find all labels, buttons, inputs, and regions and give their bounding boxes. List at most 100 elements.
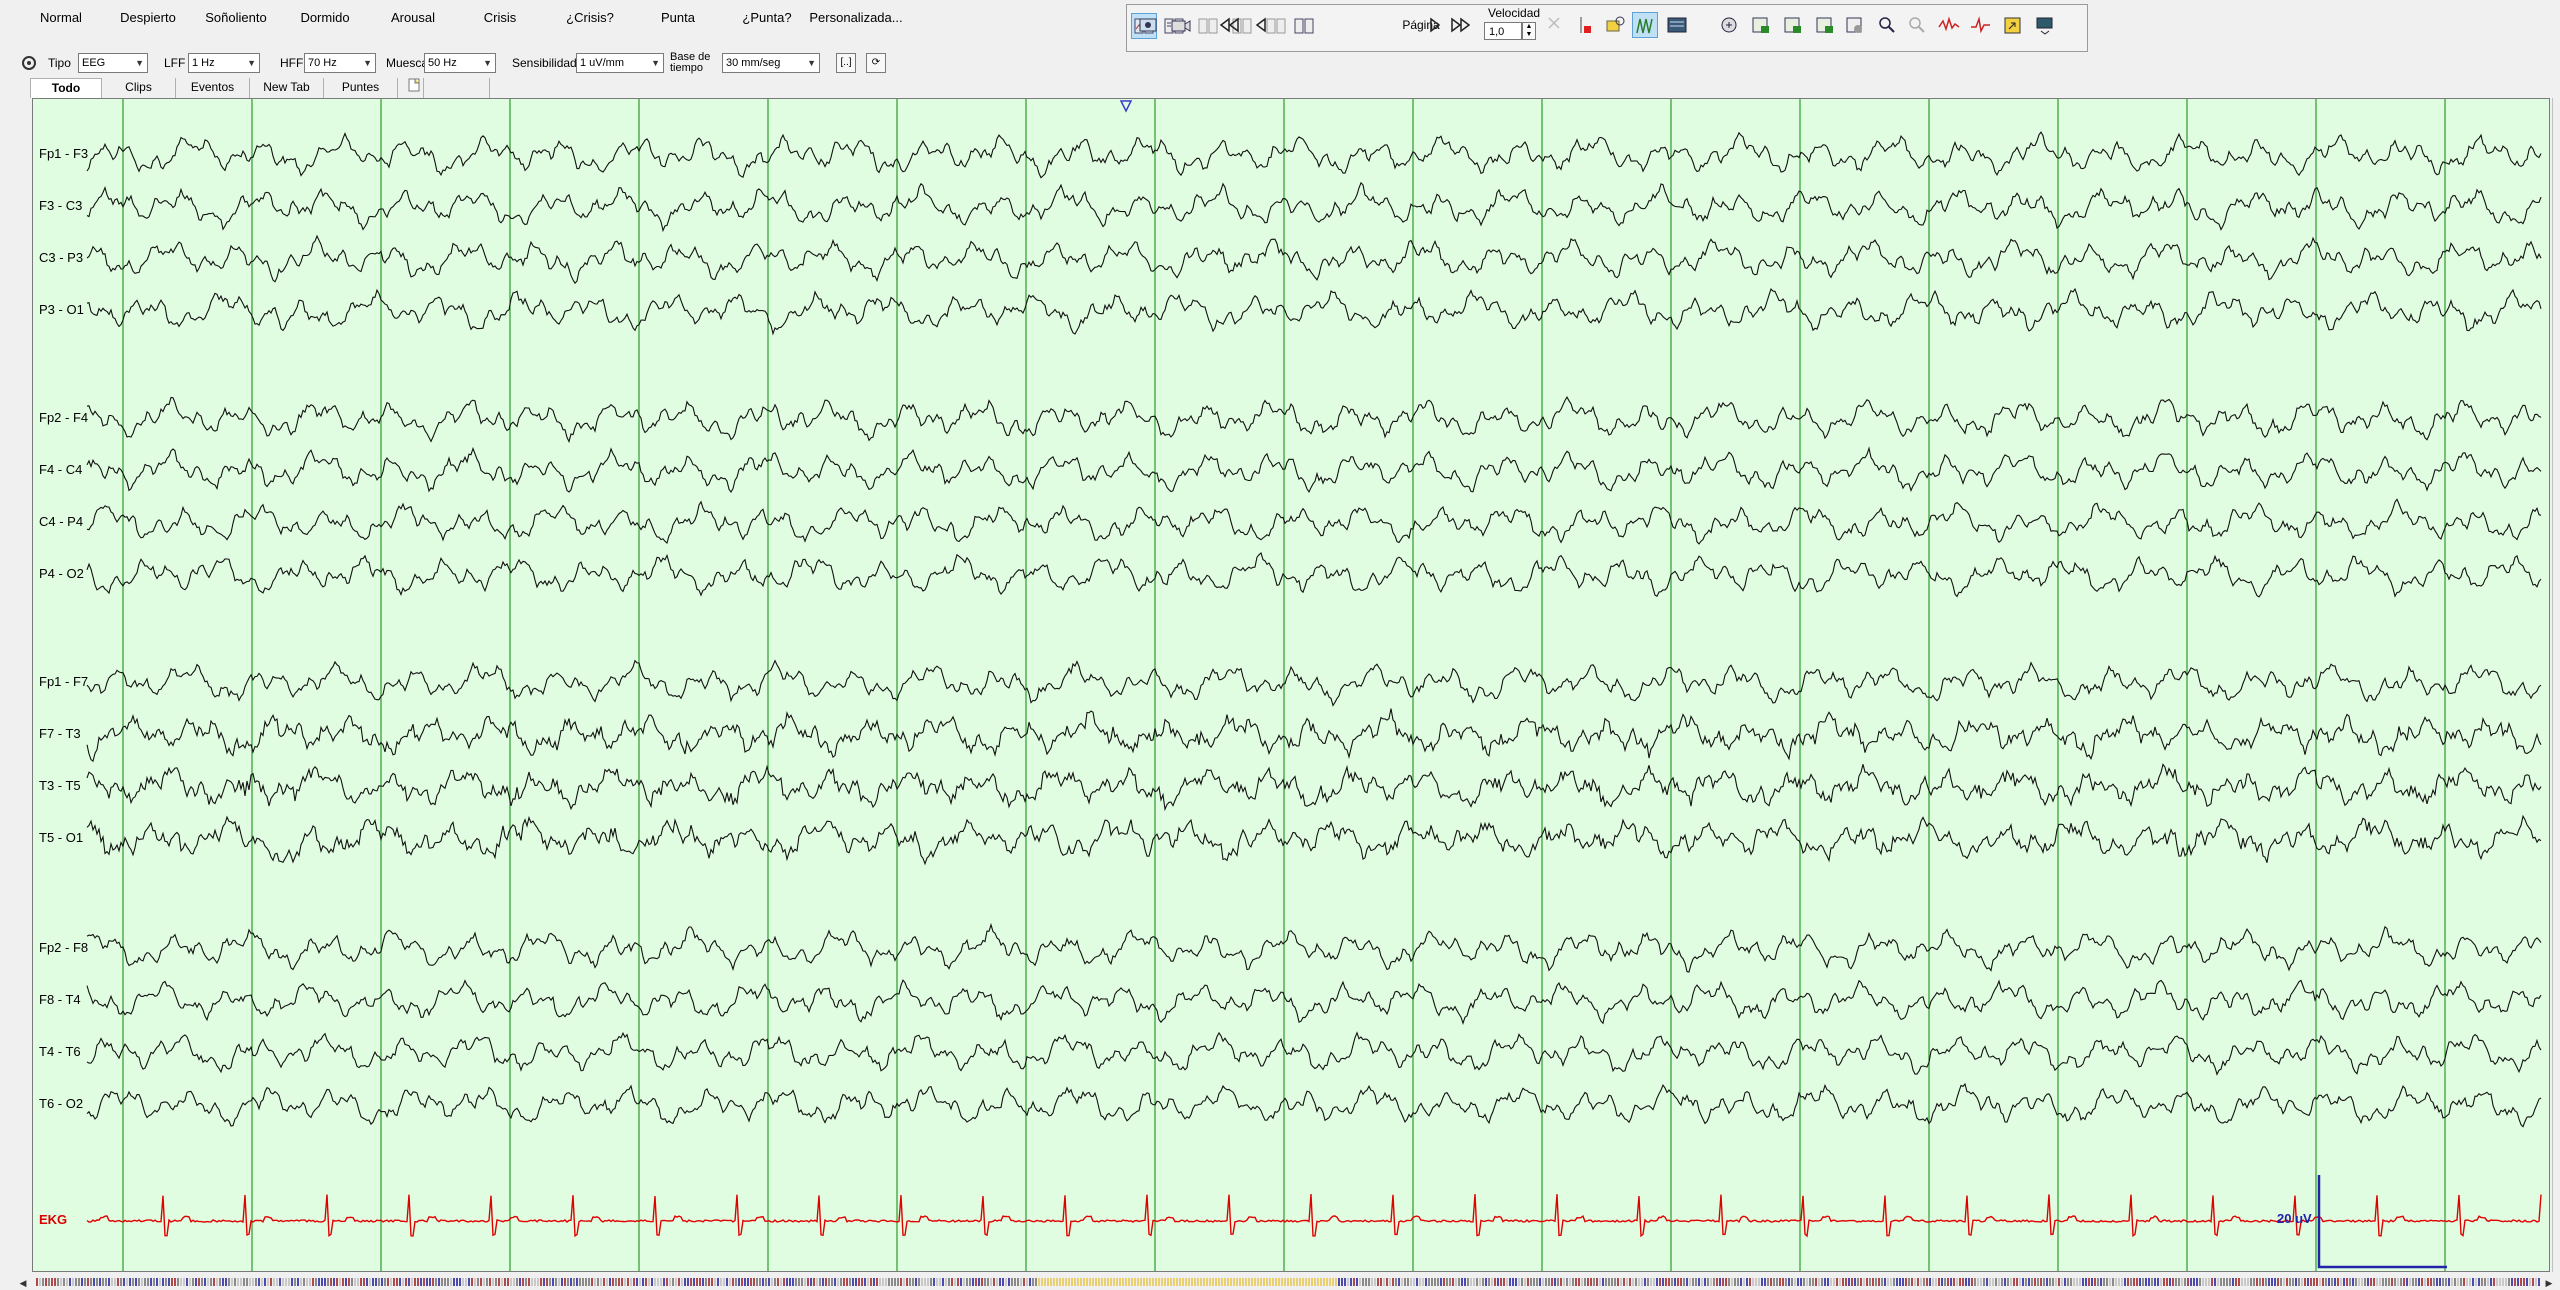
channel-label[interactable]: P4 - O2 [39, 567, 84, 581]
event-normal-button[interactable]: Normal [30, 6, 92, 30]
channel-label[interactable]: Fp1 - F3 [39, 147, 88, 161]
channel-label[interactable]: T3 - T5 [39, 779, 81, 793]
channel-label[interactable]: F7 - T3 [39, 727, 81, 741]
base-tiempo-select[interactable]: 30 mm/seg ▼ [722, 53, 820, 73]
gear-icon[interactable] [20, 54, 38, 72]
overview-tick [2043, 1278, 2045, 1286]
cursor-disabled-icon[interactable] [1542, 12, 1568, 38]
overview-tick [1389, 1278, 1391, 1286]
report-2-icon[interactable] [1780, 12, 1806, 38]
overview-tick [1317, 1278, 1319, 1286]
fast-forward-icon[interactable] [1448, 12, 1474, 38]
overview-tick [1293, 1278, 1295, 1286]
channel-label[interactable]: Fp2 - F4 [39, 411, 88, 425]
event-crisis-question-button[interactable]: ¿Crisis? [556, 6, 624, 30]
eeg-channel-trace [86, 552, 2542, 598]
event-personalizada-button[interactable]: Personalizada... [808, 6, 904, 30]
channel-label[interactable]: T6 - O2 [39, 1097, 83, 1111]
channel-label[interactable]: Fp1 - F7 [39, 675, 88, 689]
overview-tick [969, 1278, 971, 1286]
zoom-in-icon[interactable] [1874, 12, 1900, 38]
overview-tick [2187, 1278, 2189, 1286]
channel-label[interactable]: C3 - P3 [39, 251, 83, 265]
overview-tick [1794, 1278, 1796, 1286]
overview-tick [162, 1278, 164, 1286]
overview-tick [1734, 1278, 1736, 1286]
eeg-display[interactable]: Fp1 - F3 F3 - C3 C3 - P3 P3 - O1 Fp2 - F4 F4 … [32, 98, 2550, 1272]
tab-new-tab[interactable]: New Tab [250, 78, 324, 98]
report-1-icon[interactable] [1748, 12, 1774, 38]
event-punta-question-button[interactable]: ¿Punta? [734, 6, 800, 30]
overview-tick [2109, 1278, 2111, 1286]
overview-tick [201, 1278, 203, 1286]
overview-tick [987, 1278, 989, 1286]
overview-tick [402, 1278, 404, 1286]
tab-todo[interactable]: Todo [30, 78, 102, 98]
overview-tick [2370, 1278, 2372, 1286]
scroll-right-icon[interactable]: ▶ [2542, 1276, 2556, 1290]
event-arousal-button[interactable]: Arousal [378, 6, 448, 30]
overview-tick [2388, 1278, 2390, 1286]
zoom-out-icon[interactable] [1904, 12, 1930, 38]
overview-tick [1056, 1278, 1058, 1286]
channel-label[interactable]: F8 - T4 [39, 993, 81, 1007]
display-icon[interactable] [1664, 12, 1690, 38]
event-crisis-button[interactable]: Crisis [470, 6, 530, 30]
overview-tick [72, 1278, 74, 1286]
tab-clips[interactable]: Clips [102, 78, 176, 98]
eeg-channel-trace [86, 922, 2542, 973]
scroll-left-icon[interactable]: ◀ [16, 1276, 30, 1290]
step-forward-icon[interactable] [1422, 12, 1448, 38]
vertical-scrollbar[interactable] [2552, 98, 2560, 1272]
montage-icon[interactable] [1632, 12, 1658, 38]
overview-tick [429, 1278, 431, 1286]
tab-puntes[interactable]: Puntes [324, 78, 398, 98]
muesca-select[interactable]: 50 Hz ▼ [424, 53, 496, 73]
sensibilidad-select[interactable]: 1 uV/mm ▼ [576, 53, 664, 73]
tipo-select[interactable]: EEG ▼ [78, 53, 148, 73]
lff-select[interactable]: 1 Hz ▼ [188, 53, 260, 73]
export-icon[interactable] [2000, 12, 2026, 38]
overview-tick [330, 1278, 332, 1286]
overview-strip [36, 1278, 2540, 1286]
overview-scrollbar[interactable]: ◀ ▶ [0, 1276, 2560, 1290]
eeg-channel-trace [86, 446, 2542, 494]
overview-tick [726, 1278, 728, 1286]
event-despierto-button[interactable]: Despierto [112, 6, 184, 30]
electrode-icon[interactable] [1602, 12, 1628, 38]
event-punta-button[interactable]: Punta [648, 6, 708, 30]
channel-label[interactable]: F4 - C4 [39, 463, 82, 477]
event-dormido-button[interactable]: Dormido [290, 6, 360, 30]
overview-tick [2049, 1278, 2051, 1286]
overview-tick [2154, 1278, 2156, 1286]
overview-tick [1125, 1278, 1127, 1286]
waveform-icon[interactable] [1936, 12, 1962, 38]
marker-icon[interactable] [1572, 12, 1598, 38]
report-4-icon[interactable] [1842, 12, 1868, 38]
refresh-button[interactable]: ⟳ [866, 53, 886, 73]
annotate-icon[interactable] [1716, 12, 1742, 38]
hff-select[interactable]: 70 Hz ▼ [304, 53, 376, 73]
overview-tick [252, 1278, 254, 1286]
channel-label[interactable]: T4 - T6 [39, 1045, 81, 1059]
overview-tick [2385, 1278, 2387, 1286]
overview-tick [2094, 1278, 2096, 1286]
channel-label[interactable]: P3 - O1 [39, 303, 84, 317]
overview-tick [2130, 1278, 2132, 1286]
report-3-icon[interactable] [1812, 12, 1838, 38]
event-sonoliento-button[interactable]: Soñoliento [196, 6, 276, 30]
spike-icon[interactable] [1968, 12, 1994, 38]
overview-tick [1788, 1278, 1790, 1286]
overview-tick [2070, 1278, 2072, 1286]
channel-label[interactable]: T5 - O1 [39, 831, 83, 845]
tab-eventos[interactable]: Eventos [176, 78, 250, 98]
channel-label[interactable]: Fp2 - F8 [39, 941, 88, 955]
bracket-button[interactable]: [..] [836, 53, 856, 73]
settings-icon[interactable] [2032, 12, 2058, 38]
tab-add[interactable] [404, 78, 424, 98]
overview-tick [1815, 1278, 1817, 1286]
channel-label[interactable]: EKG [39, 1213, 67, 1227]
overview-tick [1215, 1278, 1217, 1286]
channel-label[interactable]: F3 - C3 [39, 199, 82, 213]
channel-label[interactable]: C4 - P4 [39, 515, 83, 529]
